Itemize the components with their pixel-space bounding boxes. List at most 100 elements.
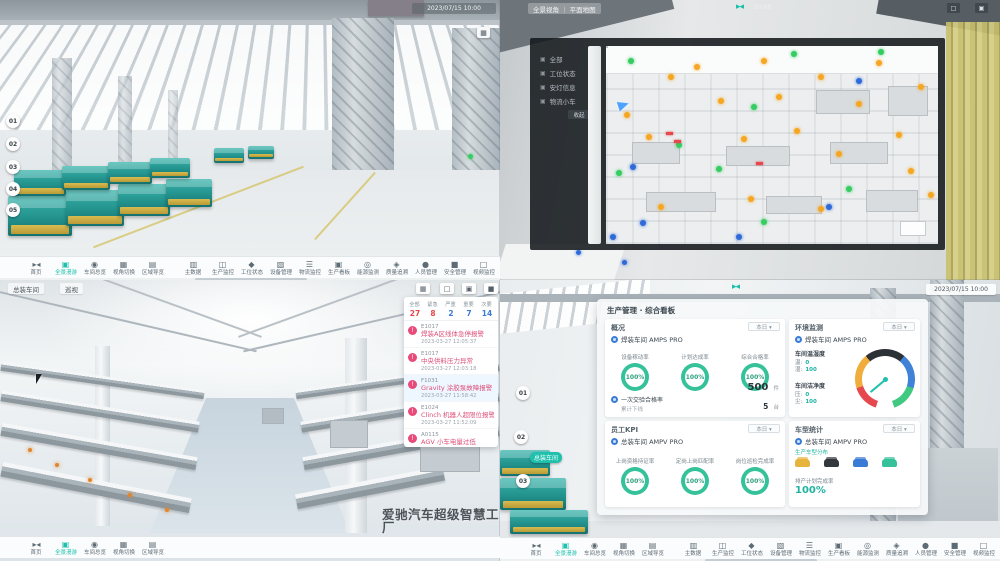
map-status-dot[interactable] — [878, 49, 884, 55]
horizontal-scrollbar[interactable] — [195, 278, 307, 280]
map-status-dot[interactable] — [846, 186, 852, 192]
map-status-dot[interactable] — [918, 84, 924, 90]
toolbar-item[interactable]: ▸◂ 首页 — [26, 540, 47, 556]
agv-vehicle[interactable] — [150, 158, 190, 178]
map-status-dot[interactable] — [646, 134, 652, 140]
station-marker-button[interactable]: 05 — [6, 203, 20, 217]
toolbar-item[interactable]: ▧ 设备管理 — [770, 541, 791, 557]
toolbar-item[interactable]: ◎ 能源监测 — [857, 541, 878, 557]
station-marker-button[interactable]: 01 — [516, 386, 530, 400]
alarm-stat[interactable]: 紧急 8 — [424, 300, 442, 318]
agv-vehicle[interactable] — [510, 510, 588, 534]
station-marker-button[interactable]: 01 — [6, 114, 20, 128]
toolbar-item[interactable]: ▦ 视角切换 — [113, 260, 134, 276]
map-status-dot[interactable] — [741, 136, 747, 142]
toolbar-item[interactable]: ◉ 车间总览 — [84, 260, 105, 276]
alarm-list-item[interactable]: ! E1017 焊装A区线体急停报警 2023-03-27 12:05:37 — [404, 321, 498, 348]
agv-vehicle[interactable] — [214, 148, 244, 163]
toolbar-item[interactable]: ▥ 主数据 — [683, 541, 704, 557]
window-mode-button[interactable]: □ — [947, 3, 960, 13]
panel-view-button[interactable]: □ — [440, 283, 454, 294]
toolbar-item[interactable]: ▸◂ 首页 — [526, 541, 547, 557]
range-dropdown[interactable]: 本日 ▾ — [883, 322, 915, 331]
map-status-dot[interactable] — [716, 166, 722, 172]
map-status-dot[interactable] — [908, 168, 914, 174]
map-status-dot[interactable] — [856, 78, 862, 84]
toolbar-item[interactable]: ▣ 生产看板 — [328, 260, 349, 276]
panel-view-button[interactable]: ■ — [484, 283, 498, 294]
range-dropdown[interactable]: 本日 ▾ — [883, 424, 915, 433]
layer-filter-item[interactable]: ▣ 物流小车 — [540, 96, 576, 106]
map-status-dot[interactable] — [751, 104, 757, 110]
alarm-stat[interactable]: 全部 27 — [406, 300, 424, 318]
map-status-dot[interactable] — [761, 219, 767, 225]
toolbar-item[interactable]: ◉ 车间总览 — [84, 540, 105, 556]
toolbar-item[interactable]: ◆ 工位状态 — [741, 541, 762, 557]
map-status-dot[interactable] — [630, 164, 636, 170]
alarm-list-item[interactable]: ! E1024 Clinch 机器人超限位报警 2023-03-27 11:52… — [404, 402, 498, 429]
map-status-dot[interactable] — [610, 234, 616, 240]
vehicle-icon[interactable] — [795, 459, 810, 467]
alarm-list-item[interactable]: ! F1031 Gravity 涂胶泵故障报警 2023-03-27 11:58… — [404, 375, 498, 402]
map-status-dot[interactable] — [748, 196, 754, 202]
minimap-toggle-button[interactable]: ▦ — [477, 27, 490, 38]
alarm-stat[interactable]: 次要 14 — [478, 300, 496, 318]
range-dropdown[interactable]: 本日 ▾ — [748, 424, 780, 433]
map-status-dot[interactable] — [836, 151, 842, 157]
map-alarm-mark[interactable] — [756, 162, 763, 165]
status-marker-green[interactable] — [468, 154, 473, 159]
map-status-dot[interactable] — [876, 60, 882, 66]
toolbar-item[interactable]: ▥ 主数据 — [183, 260, 204, 276]
map-status-dot[interactable] — [736, 234, 742, 240]
toolbar-item[interactable]: ▤ 区域导览 — [142, 540, 163, 556]
agv-vehicle[interactable] — [500, 478, 566, 510]
panel-view-button[interactable]: ▦ — [416, 283, 430, 294]
toolbar-item[interactable]: ■ 安全管理 — [944, 541, 965, 557]
map-status-dot[interactable] — [794, 128, 800, 134]
toolbar-item[interactable]: ▤ 区域导览 — [642, 541, 663, 557]
toolbar-item[interactable]: ▣ 全景漫游 — [555, 541, 576, 557]
toolbar-item[interactable]: ▤ 区域导览 — [142, 260, 163, 276]
map-alarm-mark[interactable] — [666, 132, 673, 135]
map-status-dot[interactable] — [640, 220, 646, 226]
toolbar-item[interactable]: ◫ 生产监控 — [712, 541, 733, 557]
map-status-dot[interactable] — [818, 74, 824, 80]
alarm-stat[interactable]: 重要 7 — [460, 300, 478, 318]
status-marker[interactable] — [622, 260, 627, 265]
agv-vehicle[interactable] — [118, 184, 170, 216]
map-status-dot[interactable] — [818, 206, 824, 212]
breadcrumb-workshop[interactable]: 总装车间 — [8, 283, 44, 294]
map-status-dot[interactable] — [761, 58, 767, 64]
map-status-dot[interactable] — [776, 94, 782, 100]
vehicle-icon[interactable] — [853, 459, 868, 467]
toolbar-item[interactable]: ◆ 工位状态 — [241, 260, 262, 276]
station-marker-button[interactable]: 02 — [6, 137, 20, 151]
agv-vehicle[interactable] — [62, 166, 110, 190]
map-status-dot[interactable] — [896, 132, 902, 138]
map-status-dot[interactable] — [856, 101, 862, 107]
workshop-tag-pill[interactable]: 总装车间 — [530, 452, 562, 463]
toolbar-item[interactable]: □ 视频监控 — [973, 541, 994, 557]
map-status-dot[interactable] — [668, 74, 674, 80]
model-stats-link[interactable]: 生产车型分布 — [795, 448, 828, 456]
range-dropdown[interactable]: 本日 ▾ — [748, 322, 780, 331]
map-status-dot[interactable] — [658, 204, 664, 210]
agv-vehicle[interactable] — [14, 170, 66, 196]
breadcrumb-mode[interactable]: 巡视 — [60, 283, 83, 294]
map-status-dot[interactable] — [718, 98, 724, 104]
alarm-list-item[interactable]: ! E1017 中央供料压力异常 2023-03-27 12:03:18 — [404, 348, 498, 375]
toolbar-item[interactable]: ◈ 质量追溯 — [386, 260, 407, 276]
collapse-button[interactable]: 收起 — [568, 110, 590, 119]
toolbar-item[interactable]: ▧ 设备管理 — [270, 260, 291, 276]
agv-vehicle[interactable] — [248, 146, 274, 159]
toolbar-item[interactable]: ◫ 生产监控 — [212, 260, 233, 276]
toolbar-item[interactable]: ● 人员管理 — [915, 541, 936, 557]
agv-vehicle[interactable] — [108, 162, 152, 184]
toolbar-item[interactable]: ▦ 视角切换 — [613, 541, 634, 557]
map-status-dot[interactable] — [928, 192, 934, 198]
layer-filter-item[interactable]: ▣ 全部 — [540, 54, 563, 64]
station-marker-button[interactable]: 03 — [6, 160, 20, 174]
toolbar-item[interactable]: ◈ 质量追溯 — [886, 541, 907, 557]
toolbar-item[interactable]: ◉ 车间总览 — [584, 541, 605, 557]
map-scroll-strip[interactable] — [588, 46, 601, 244]
